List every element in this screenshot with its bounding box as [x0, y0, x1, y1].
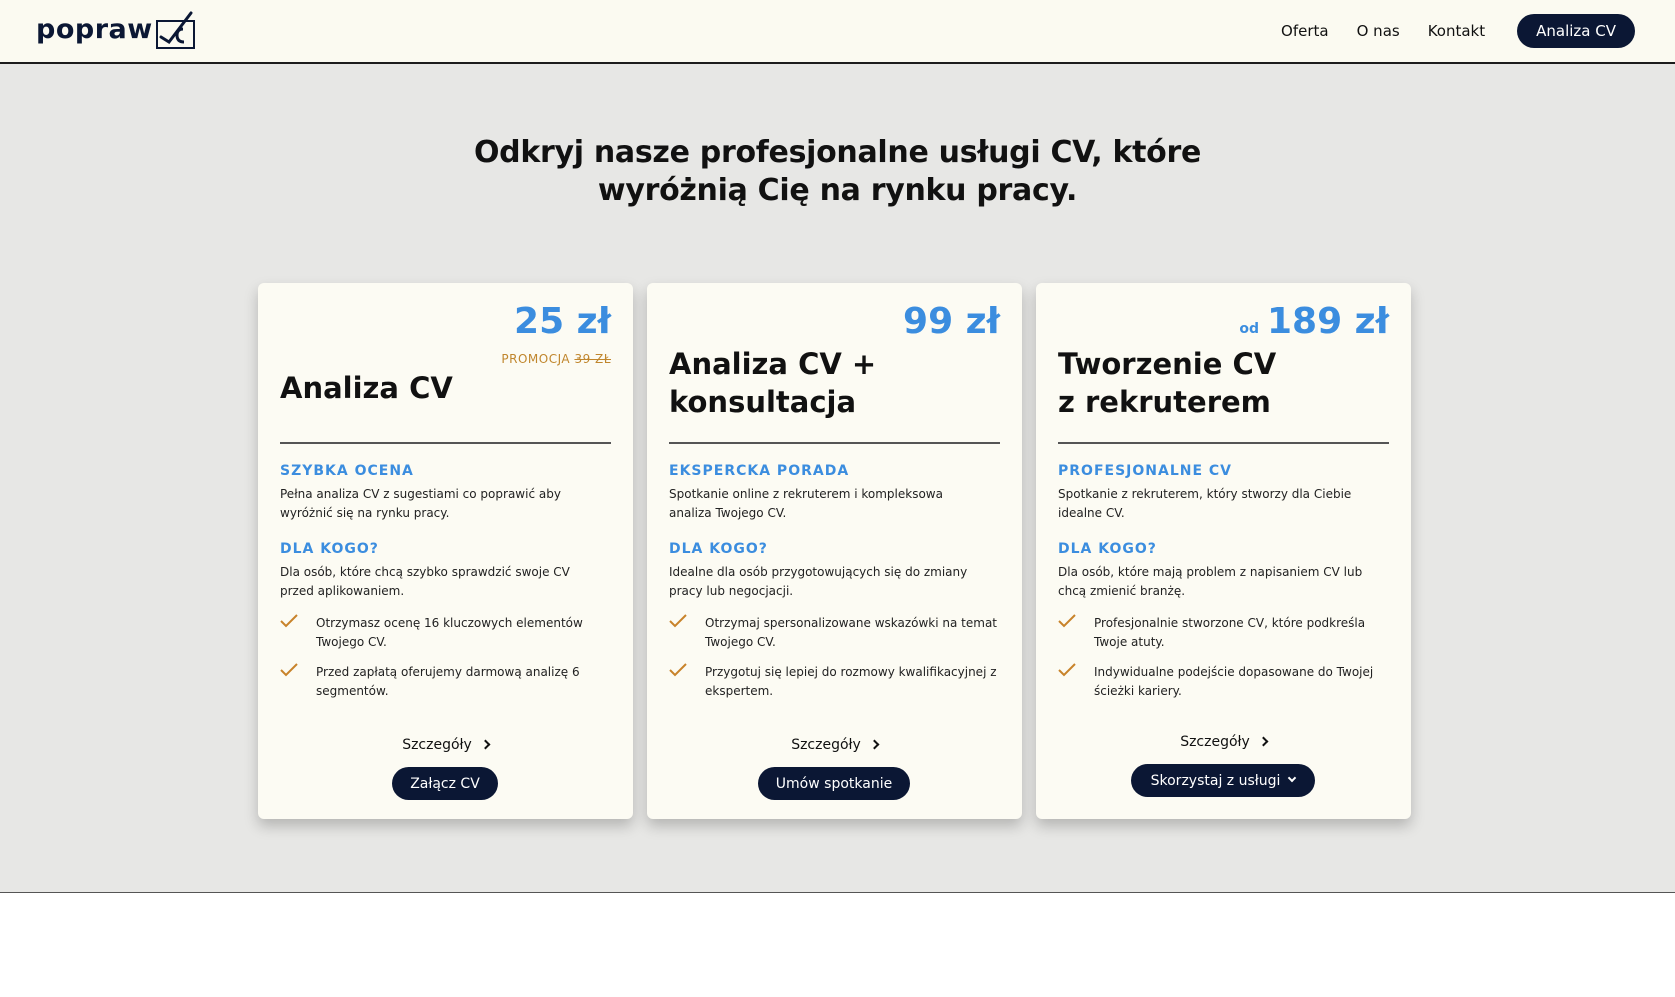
- benefit-text: Profesjonalnie stworzone CV, które podkr…: [1094, 616, 1366, 649]
- price-prefix: od: [1239, 321, 1259, 337]
- header-analiza-cv-button[interactable]: Analiza CV: [1517, 14, 1635, 48]
- card-title: Analiza CV + konsultacja: [669, 345, 989, 421]
- card-divider: [280, 442, 611, 444]
- pricing-card-tworzenie-cv: od 189 zł Tworzenie CV z rekruterem PROFE…: [1036, 283, 1411, 819]
- card-section-text: Spotkanie online z rekruterem i kompleks…: [669, 487, 943, 520]
- promo-label: PROMOCJA: [501, 352, 571, 366]
- nav-link-o-nas[interactable]: O nas: [1357, 22, 1400, 40]
- benefit-item: Profesjonalnie stworzone CV, które podkr…: [1058, 614, 1393, 652]
- card-audience-label: DLA KOGO?: [669, 541, 768, 557]
- check-icon: [1058, 663, 1076, 677]
- benefit-item: Przed zapłatą oferujemy darmową analizę …: [280, 663, 615, 701]
- card-title: Tworzenie CV z rekruterem: [1058, 345, 1378, 421]
- section-title: Odkryj nasze profesjonalne usługi CV, kt…: [0, 134, 1675, 210]
- card-section-label: SZYBKA OCENA: [280, 463, 414, 479]
- benefit-text: Przygotuj się lepiej do rozmowy kwalifik…: [705, 665, 997, 698]
- card-audience-label: DLA KOGO?: [1058, 541, 1157, 557]
- book-meeting-button[interactable]: Umów spotkanie: [758, 767, 910, 800]
- logo-cv-badge-icon: [155, 9, 195, 49]
- logo[interactable]: popraw: [36, 6, 195, 52]
- card-section-text: Spotkanie z rekruterem, który stworzy dl…: [1058, 487, 1352, 520]
- benefit-item: Przygotuj się lepiej do rozmowy kwalifik…: [669, 663, 1004, 701]
- promo-badge: PROMOCJA 39 ZŁ: [501, 352, 611, 366]
- card-audience-text: Dla osób, które chcą szybko sprawdzić sw…: [280, 565, 570, 598]
- details-link[interactable]: Szczegóły: [647, 737, 1022, 753]
- nav-link-kontakt[interactable]: Kontakt: [1428, 22, 1485, 40]
- chevron-right-icon: [480, 739, 491, 750]
- details-link[interactable]: Szczegóły: [1036, 734, 1411, 750]
- section-title-line-1: Odkryj nasze profesjonalne usługi CV, kt…: [473, 135, 1202, 170]
- chevron-right-icon: [869, 739, 880, 750]
- card-title-line-2: konsultacja: [669, 385, 857, 419]
- use-service-dropdown-button[interactable]: Skorzystaj z usługi: [1131, 764, 1315, 797]
- card-title-line-1: Analiza CV +: [669, 347, 877, 381]
- logo-text: popraw: [36, 13, 153, 45]
- promo-old-price: 39 ZŁ: [574, 352, 611, 366]
- site-header: popraw Oferta O nas Kontakt Analiza CV: [0, 0, 1675, 64]
- card-price: od 189 zł: [1239, 301, 1389, 342]
- card-divider: [1058, 442, 1389, 444]
- details-link[interactable]: Szczegóły: [258, 737, 633, 753]
- check-icon: [1058, 614, 1076, 628]
- benefit-text: Indywidualne podejście dopasowane do Two…: [1094, 665, 1374, 698]
- benefit-text: Otrzymaj spersonalizowane wskazówki na t…: [705, 616, 998, 649]
- nav-link-oferta[interactable]: Oferta: [1281, 22, 1329, 40]
- use-service-label: Skorzystaj z usługi: [1150, 772, 1281, 789]
- check-icon: [669, 614, 687, 628]
- card-title-line-1: Tworzenie CV: [1058, 347, 1277, 381]
- section-title-line-2: wyróżnią Cię na rynku pracy.: [597, 173, 1078, 208]
- card-audience-label: DLA KOGO?: [280, 541, 379, 557]
- benefit-item: Otrzymaj spersonalizowane wskazówki na t…: [669, 614, 1004, 652]
- details-label: Szczegóły: [402, 737, 472, 753]
- card-audience-text: Dla osób, które mają problem z napisanie…: [1058, 565, 1363, 598]
- pricing-card-analiza-konsultacja: 99 zł Analiza CV + konsultacja EKSPERCKA…: [647, 283, 1022, 819]
- attach-cv-button[interactable]: Załącz CV: [392, 767, 498, 800]
- chevron-right-icon: [1258, 736, 1269, 747]
- check-icon: [280, 614, 298, 628]
- check-icon: [669, 663, 687, 677]
- card-section-label: PROFESJONALNE CV: [1058, 463, 1232, 479]
- benefit-text: Otrzymasz ocenę 16 kluczowych elementów …: [316, 616, 583, 649]
- card-section-text: Pełna analiza CV z sugestiami co poprawi…: [280, 487, 561, 520]
- chevron-down-icon: [1288, 773, 1297, 782]
- offer-section: Odkryj nasze profesjonalne usługi CV, kt…: [0, 64, 1675, 893]
- main-nav: Oferta O nas Kontakt Analiza CV: [1253, 14, 1635, 48]
- card-section-label: EKSPERCKA PORADA: [669, 463, 850, 479]
- benefit-item: Otrzymasz ocenę 16 kluczowych elementów …: [280, 614, 615, 652]
- card-divider: [669, 442, 1000, 444]
- card-price: 25 zł: [514, 301, 611, 342]
- details-label: Szczegóły: [1180, 734, 1250, 750]
- price-value: 189 zł: [1267, 301, 1389, 342]
- benefit-text: Przed zapłatą oferujemy darmową analizę …: [316, 665, 580, 698]
- card-audience-text: Idealne dla osób przygotowujących się do…: [669, 565, 968, 598]
- card-title-line-2: z rekruterem: [1058, 385, 1271, 419]
- card-title: Analiza CV: [280, 371, 453, 405]
- pricing-card-analiza-cv: 25 zł PROMOCJA 39 ZŁ Analiza CV SZYBKA O…: [258, 283, 633, 819]
- details-label: Szczegóły: [791, 737, 861, 753]
- benefit-item: Indywidualne podejście dopasowane do Two…: [1058, 663, 1393, 701]
- check-icon: [280, 663, 298, 677]
- card-price: 99 zł: [903, 301, 1000, 342]
